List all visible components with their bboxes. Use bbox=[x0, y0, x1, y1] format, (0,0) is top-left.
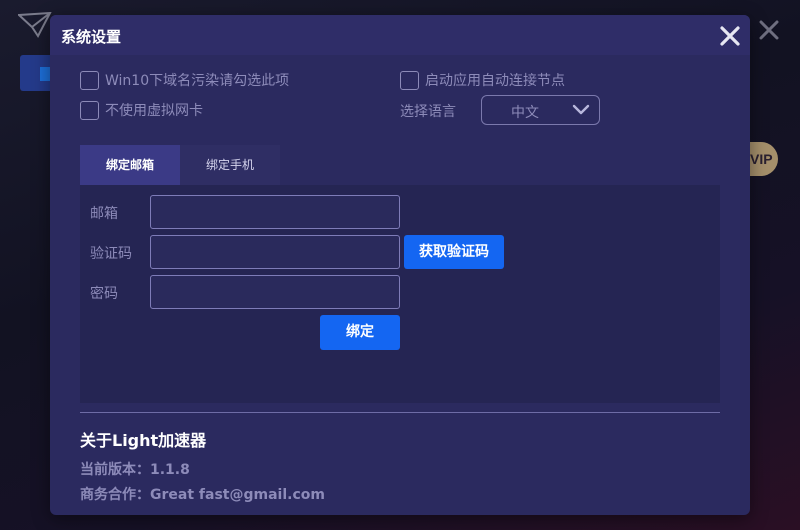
get-code-button[interactable]: 获取验证码 bbox=[404, 235, 504, 269]
email-input[interactable] bbox=[150, 195, 400, 229]
verification-code-input[interactable] bbox=[150, 235, 400, 269]
contact-text: 商务合作：Great fast@gmail.com bbox=[80, 487, 325, 503]
no-virtual-nic-checkbox[interactable] bbox=[80, 100, 99, 120]
tab-bind-phone[interactable]: 绑定手机 bbox=[180, 145, 280, 185]
email-label: 邮箱 bbox=[90, 206, 118, 222]
chevron-down-icon bbox=[572, 104, 590, 115]
auto-connect-checkbox[interactable] bbox=[400, 70, 419, 90]
language-label: 选择语言 bbox=[400, 104, 456, 120]
dialog-title: 系统设置 bbox=[61, 28, 122, 46]
language-value: 中文 bbox=[511, 105, 539, 121]
app-logo-icon bbox=[18, 12, 52, 38]
divider bbox=[80, 412, 720, 413]
version-text: 当前版本：1.1.8 bbox=[80, 462, 190, 478]
language-select[interactable]: 中文 bbox=[481, 95, 600, 125]
password-label: 密码 bbox=[90, 286, 118, 302]
bind-button[interactable]: 绑定 bbox=[320, 315, 400, 350]
no-virtual-nic-option[interactable]: 不使用虚拟网卡 bbox=[80, 100, 203, 120]
auto-connect-label: 启动应用自动连接节点 bbox=[425, 73, 565, 89]
code-label: 验证码 bbox=[90, 246, 132, 262]
tab-bind-email[interactable]: 绑定邮箱 bbox=[80, 145, 180, 185]
close-icon[interactable] bbox=[718, 24, 742, 48]
no-virtual-nic-label: 不使用虚拟网卡 bbox=[105, 103, 203, 119]
password-input[interactable] bbox=[150, 275, 400, 309]
win10-dns-option[interactable]: Win10下域名污染请勾选此项 bbox=[80, 70, 289, 90]
background-close-icon bbox=[759, 20, 779, 40]
background-nav-item bbox=[20, 55, 50, 91]
auto-connect-option[interactable]: 启动应用自动连接节点 bbox=[400, 70, 565, 90]
vip-badge[interactable]: VIP bbox=[748, 142, 778, 176]
settings-dialog: 系统设置 Win10下域名污染请勾选此项 启动应用自动连接节点 不使用虚拟网卡 … bbox=[50, 15, 750, 515]
bind-email-panel: 邮箱 验证码 获取验证码 密码 绑定 bbox=[80, 185, 720, 403]
dialog-titlebar: 系统设置 bbox=[50, 15, 750, 55]
win10-dns-label: Win10下域名污染请勾选此项 bbox=[105, 73, 290, 89]
win10-dns-checkbox[interactable] bbox=[80, 70, 99, 90]
about-title: 关于Light加速器 bbox=[80, 431, 207, 450]
